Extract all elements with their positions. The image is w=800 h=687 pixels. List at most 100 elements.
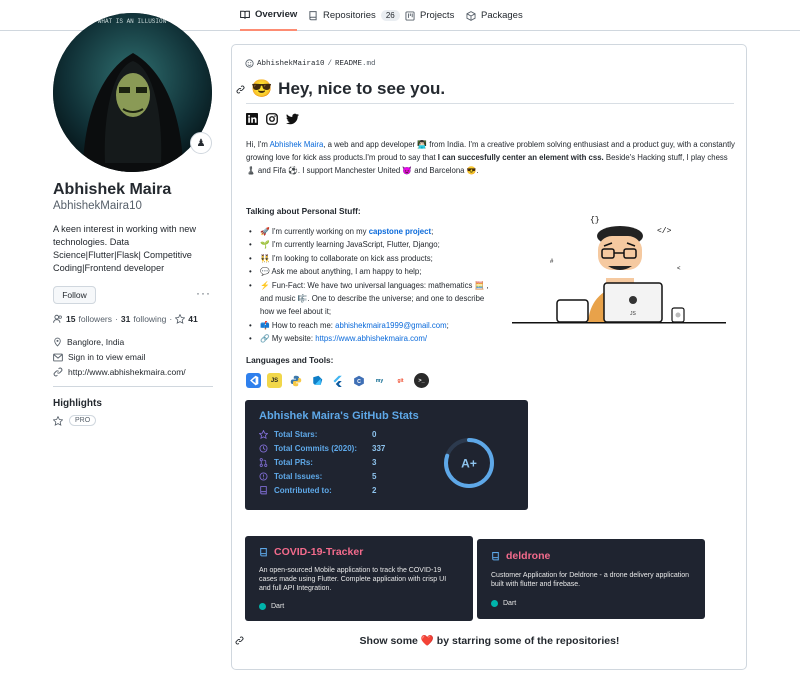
git-icon[interactable]: git	[393, 373, 408, 388]
tab-packages[interactable]: Packages	[466, 0, 523, 31]
flutter-icon[interactable]	[330, 373, 345, 388]
stats-title: Abhishek Maira's GitHub Stats	[259, 410, 419, 422]
pro-highlight: PRO	[53, 415, 97, 426]
more-options-button[interactable]: ···	[196, 286, 211, 300]
profile-bio: A keen interest in working with new tech…	[53, 224, 196, 273]
repo-icon	[260, 486, 267, 495]
intro-name-link[interactable]: Abhishek Maira	[270, 140, 324, 149]
intro-bold-text: I can succesfully center an element with…	[437, 153, 604, 162]
website-url-link[interactable]: https://www.abhishekmaira.com/	[315, 334, 427, 343]
list-item: 💬 Ask me about anything, I am happy to h…	[246, 265, 496, 279]
chess-pawn-icon: ♟	[196, 137, 206, 149]
readme-path-ext: .md	[362, 59, 376, 68]
hooded-figure-image: WHAT IS AN ILLUSION	[53, 13, 212, 172]
language-color-dot	[259, 603, 266, 610]
github-stats-card: Abhishek Maira's GitHub Stats Total Star…	[245, 400, 528, 510]
avatar-caption: WHAT IS AN ILLUSION	[98, 18, 167, 25]
footer-text-2: by starring some of the repositories!	[433, 635, 620, 647]
tab-repositories[interactable]: Repositories 26	[308, 0, 400, 31]
terminal-icon[interactable]: >_	[414, 373, 429, 388]
set-status-button[interactable]: ♟	[190, 132, 212, 154]
readme-path-file[interactable]: README	[335, 60, 362, 68]
stat-label: Contributed to:	[274, 486, 332, 495]
social-links	[246, 113, 299, 125]
readme-path: AbhishekMaira10 / README .md	[245, 59, 376, 68]
bullet-text: 🚀 I'm currently working on my	[260, 227, 369, 236]
follow-button[interactable]: Follow	[53, 286, 96, 304]
repo-name[interactable]: COVID-19-Tracker	[274, 546, 363, 558]
tab-projects[interactable]: Projects	[405, 0, 454, 31]
stat-label: Total Stars:	[274, 430, 318, 439]
stat-value: 2	[372, 486, 377, 495]
capstone-project-link[interactable]: capstone project	[369, 227, 431, 236]
pinned-repo-deldrone[interactable]: deldrone Customer Application for Deldro…	[477, 539, 705, 619]
cplusplus-label: C	[357, 378, 361, 384]
anchor-link-icon[interactable]	[236, 85, 245, 94]
stars-count[interactable]: 41	[188, 314, 197, 324]
readme-heading: 😎 Hey, nice to see you.	[236, 79, 734, 104]
repo-description: An open-sourced Mobile application to tr…	[259, 567, 447, 592]
repo-name[interactable]: deldrone	[506, 550, 550, 562]
js-label: JS	[270, 377, 279, 384]
terminal-label: >_	[418, 377, 425, 384]
website-row: http://www.abhishekmaira.com/	[53, 367, 186, 377]
email-link[interactable]: abhishekmaira1999@gmail.com	[335, 321, 447, 330]
email-row: Sign in to view email	[53, 352, 145, 362]
bullet-text: ⚡ Fun-Fact: We have two universal langua…	[260, 280, 489, 317]
followers-link[interactable]: followers	[78, 314, 112, 324]
svg-text:#: #	[550, 259, 554, 265]
location-pin-icon	[54, 337, 61, 347]
tab-overview[interactable]: Overview	[240, 0, 298, 31]
dot-separator: ·	[169, 314, 173, 324]
pinned-repo-covid-tracker[interactable]: COVID-19-Tracker An open-sourced Mobile …	[245, 536, 473, 621]
repo-icon	[260, 547, 267, 556]
heading-emoji: 😎	[251, 79, 273, 98]
stat-row: Total PRs: 3	[259, 458, 376, 467]
intro-text-1: Hi, I'm	[246, 140, 270, 149]
repo-description: Customer Application for Deldrone - a dr…	[491, 572, 690, 588]
instagram-icon[interactable]	[266, 113, 278, 125]
developer-illustration: {} </> # < JS	[512, 216, 726, 324]
people-icon	[53, 314, 62, 323]
cplusplus-icon[interactable]: C	[351, 373, 366, 388]
package-icon	[466, 10, 476, 21]
repo-language: Dart	[491, 600, 516, 607]
followers-count[interactable]: 15	[66, 314, 75, 324]
talking-heading: Talking about Personal Stuff:	[246, 206, 361, 216]
linkedin-icon[interactable]	[246, 113, 258, 125]
following-link[interactable]: following	[133, 314, 166, 324]
list-item: 📫 How to reach me: abhishekmaira1999@gma…	[246, 319, 496, 333]
intro-paragraph: Hi, I'm Abhishek Maira, a web and app de…	[246, 138, 736, 177]
dart-icon[interactable]	[309, 373, 324, 388]
grade-ring: A+	[444, 438, 494, 488]
repo-title: COVID-19-Tracker	[259, 546, 363, 558]
list-item: 🌱 I'm currently learning JavaScript, Flu…	[246, 238, 496, 252]
avatar[interactable]: WHAT IS AN ILLUSION	[53, 13, 212, 172]
stat-value: 5	[372, 472, 377, 481]
python-icon[interactable]	[288, 373, 303, 388]
list-item: ⚡ Fun-Fact: We have two universal langua…	[246, 279, 496, 319]
website-link[interactable]: http://www.abhishekmaira.com/	[68, 367, 186, 377]
link-icon	[53, 367, 63, 377]
personal-bullets: 🚀 I'm currently working on my capstone p…	[246, 225, 496, 346]
stat-row: Total Stars: 0	[259, 430, 376, 439]
star-icon	[175, 314, 186, 324]
git-label: git	[397, 377, 404, 384]
mysql-icon[interactable]: my	[372, 373, 387, 388]
profile-username: AbhishekMaira10	[53, 200, 142, 212]
vscode-icon[interactable]	[246, 373, 261, 388]
svg-text:<: <	[677, 266, 681, 272]
tab-projects-label: Projects	[420, 10, 455, 21]
stat-label: Total Commits (2020):	[274, 444, 357, 453]
email-signin-link[interactable]: Sign in to view email	[68, 352, 145, 362]
repo-language: Dart	[259, 603, 284, 610]
javascript-icon[interactable]: JS	[267, 373, 282, 388]
bullet-text: 📫 How to reach me:	[260, 320, 336, 330]
twitter-icon[interactable]	[286, 113, 299, 125]
readme-path-user[interactable]: AbhishekMaira10	[257, 60, 325, 68]
bullet-text: ;	[446, 320, 449, 330]
following-count[interactable]: 31	[121, 314, 130, 324]
code-tag-glyph: </>	[657, 227, 672, 236]
stat-value: 0	[372, 430, 377, 439]
bullet-text: 💬 Ask me about anything, I am happy to h…	[260, 267, 422, 277]
